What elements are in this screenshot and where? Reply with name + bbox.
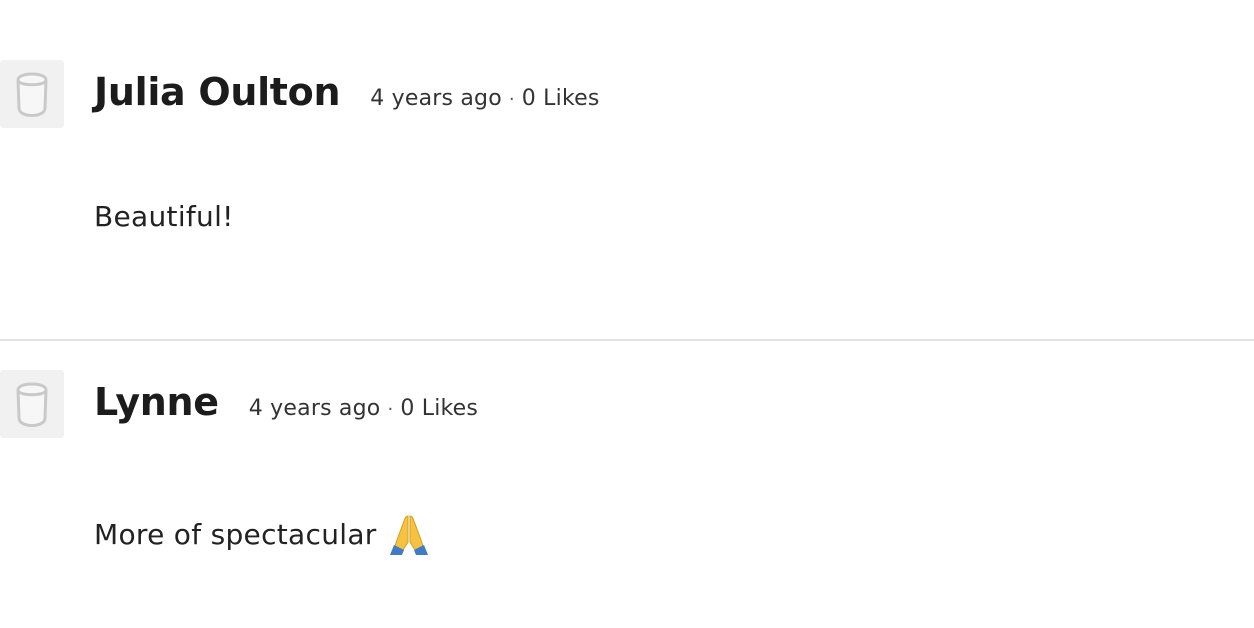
meta-separator: ·	[387, 399, 394, 420]
comment-meta: 4 years ago · 0 Likes	[249, 396, 478, 421]
likes-count[interactable]: 0 Likes	[522, 86, 600, 111]
comment-body: More of spectacular	[94, 512, 431, 556]
default-avatar-icon	[16, 72, 48, 117]
comment-meta: 4 years ago · 0 Likes	[370, 86, 599, 111]
meta-separator: ·	[508, 89, 515, 110]
avatar[interactable]	[0, 60, 64, 128]
comment-item: Julia Oulton 4 years ago · 0 Likes Beautif…	[0, 0, 1254, 341]
comment-item: Lynne 4 years ago · 0 Likes More of specta…	[0, 340, 1254, 628]
comment-header: Lynne 4 years ago · 0 Likes	[94, 380, 478, 424]
comment-header: Julia Oulton 4 years ago · 0 Likes	[94, 70, 600, 114]
author-name[interactable]: Lynne	[94, 380, 219, 424]
folded-hands-icon	[389, 515, 428, 555]
comment-text: Beautiful!	[94, 200, 234, 233]
comment-body: Beautiful!	[94, 200, 234, 233]
default-avatar-icon	[16, 382, 48, 427]
author-name[interactable]: Julia Oulton	[94, 70, 341, 114]
comment-text: More of spectacular	[94, 517, 377, 551]
timestamp[interactable]: 4 years ago	[249, 396, 381, 421]
likes-count[interactable]: 0 Likes	[400, 396, 478, 421]
avatar[interactable]	[0, 370, 64, 438]
timestamp[interactable]: 4 years ago	[370, 86, 502, 111]
